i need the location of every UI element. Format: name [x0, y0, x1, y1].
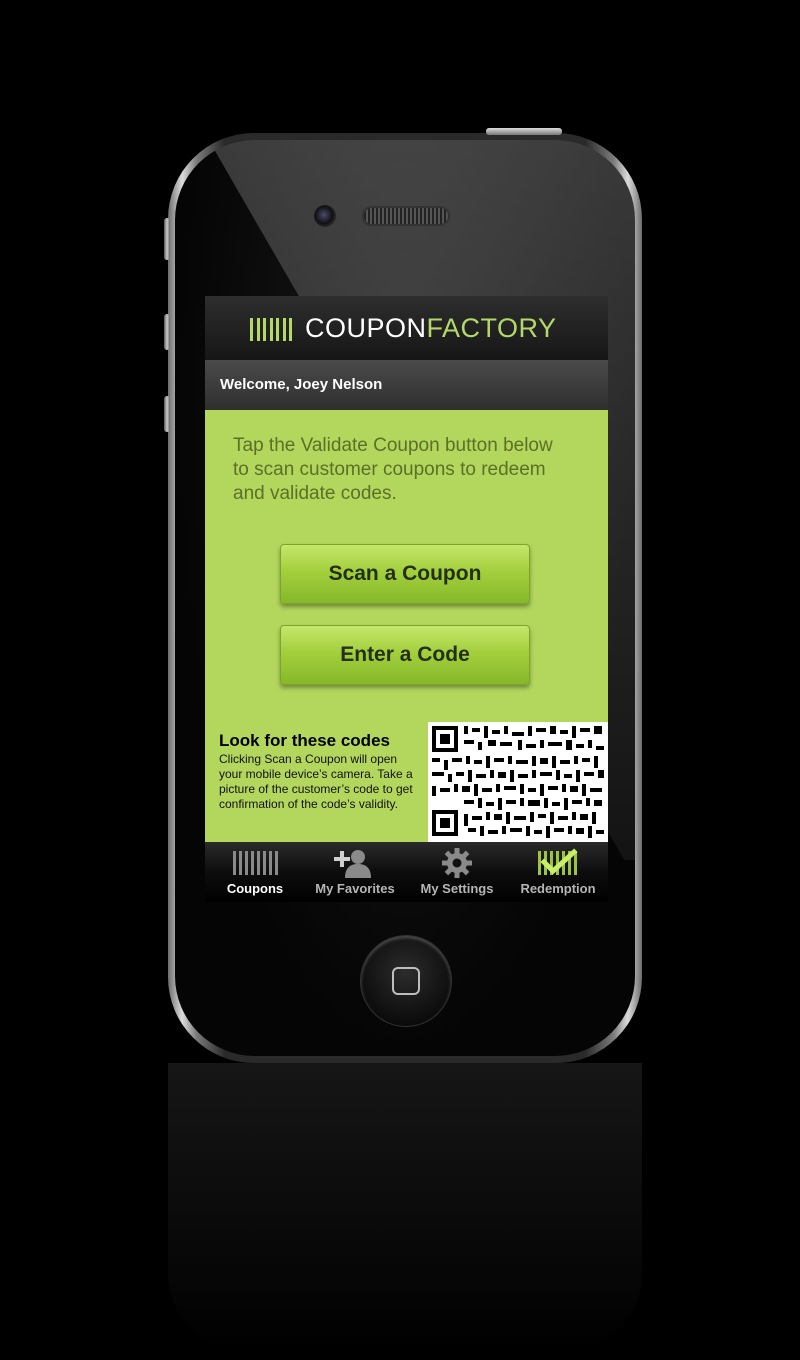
home-square-icon — [392, 967, 420, 995]
scan-coupon-button[interactable]: Scan a Coupon — [280, 544, 530, 604]
gear-icon — [442, 848, 472, 878]
tab-my-favorites-label: My Favorites — [315, 881, 395, 896]
codes-title: Look for these codes — [219, 731, 390, 750]
enter-code-button[interactable]: Enter a Code — [280, 625, 530, 685]
tab-coupons[interactable]: Coupons — [205, 842, 305, 902]
app-header: COUPONFACTORY — [205, 296, 608, 360]
earpiece-speaker — [362, 206, 450, 226]
tab-coupons-label: Coupons — [226, 881, 284, 896]
app-screen: COUPONFACTORY Welcome, Joey Nelson Tap t… — [205, 296, 608, 902]
front-camera — [314, 205, 336, 227]
qr-code-image — [428, 722, 608, 842]
codes-description: Clicking Scan a Coupon will open your mo… — [219, 752, 413, 811]
home-button[interactable] — [361, 936, 451, 1026]
phone-reflection — [168, 1063, 642, 1353]
logo-barcode-icon — [250, 318, 298, 341]
tab-redemption[interactable]: Redemption — [508, 842, 608, 902]
logo-text-coupon: COUPON — [305, 313, 427, 343]
barcode-check-icon — [538, 848, 578, 875]
barcode-icon — [233, 851, 278, 875]
add-person-icon — [334, 850, 371, 878]
volume-down-button[interactable] — [164, 396, 170, 432]
power-button[interactable] — [486, 128, 562, 135]
instruction-text: Tap the Validate Coupon button below to … — [233, 435, 553, 504]
app-logo: COUPONFACTORY — [305, 313, 557, 344]
welcome-text: Welcome, Joey Nelson — [220, 376, 383, 393]
mute-switch[interactable] — [164, 218, 170, 260]
logo-text-factory: FACTORY — [426, 313, 557, 343]
tab-my-settings[interactable]: My Settings — [407, 842, 507, 902]
tab-my-settings-label: My Settings — [420, 881, 494, 896]
tab-redemption-label: Redemption — [520, 881, 596, 896]
tab-bar: Coupons My Favorites My Settings Redempt… — [205, 842, 608, 902]
volume-up-button[interactable] — [164, 314, 170, 350]
tab-my-favorites[interactable]: My Favorites — [305, 842, 405, 902]
